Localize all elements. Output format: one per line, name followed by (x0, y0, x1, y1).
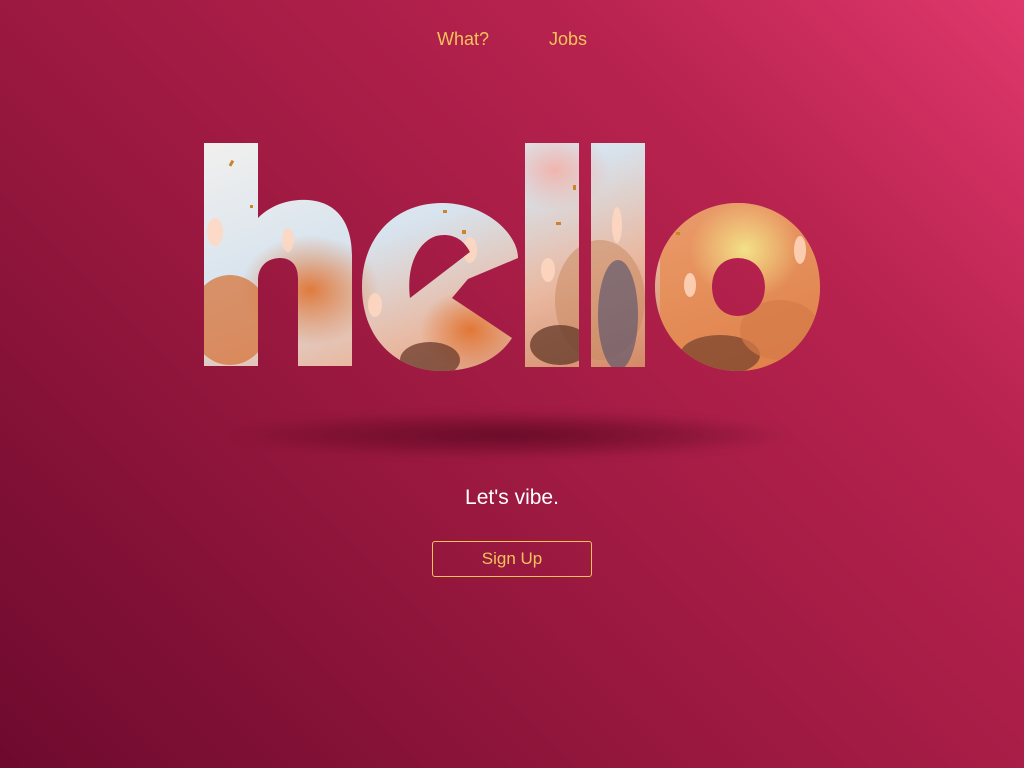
tagline: Let's vibe. (465, 486, 559, 509)
hero-word-image: hello (204, 143, 820, 371)
sign-up-button[interactable]: Sign Up (432, 541, 592, 577)
